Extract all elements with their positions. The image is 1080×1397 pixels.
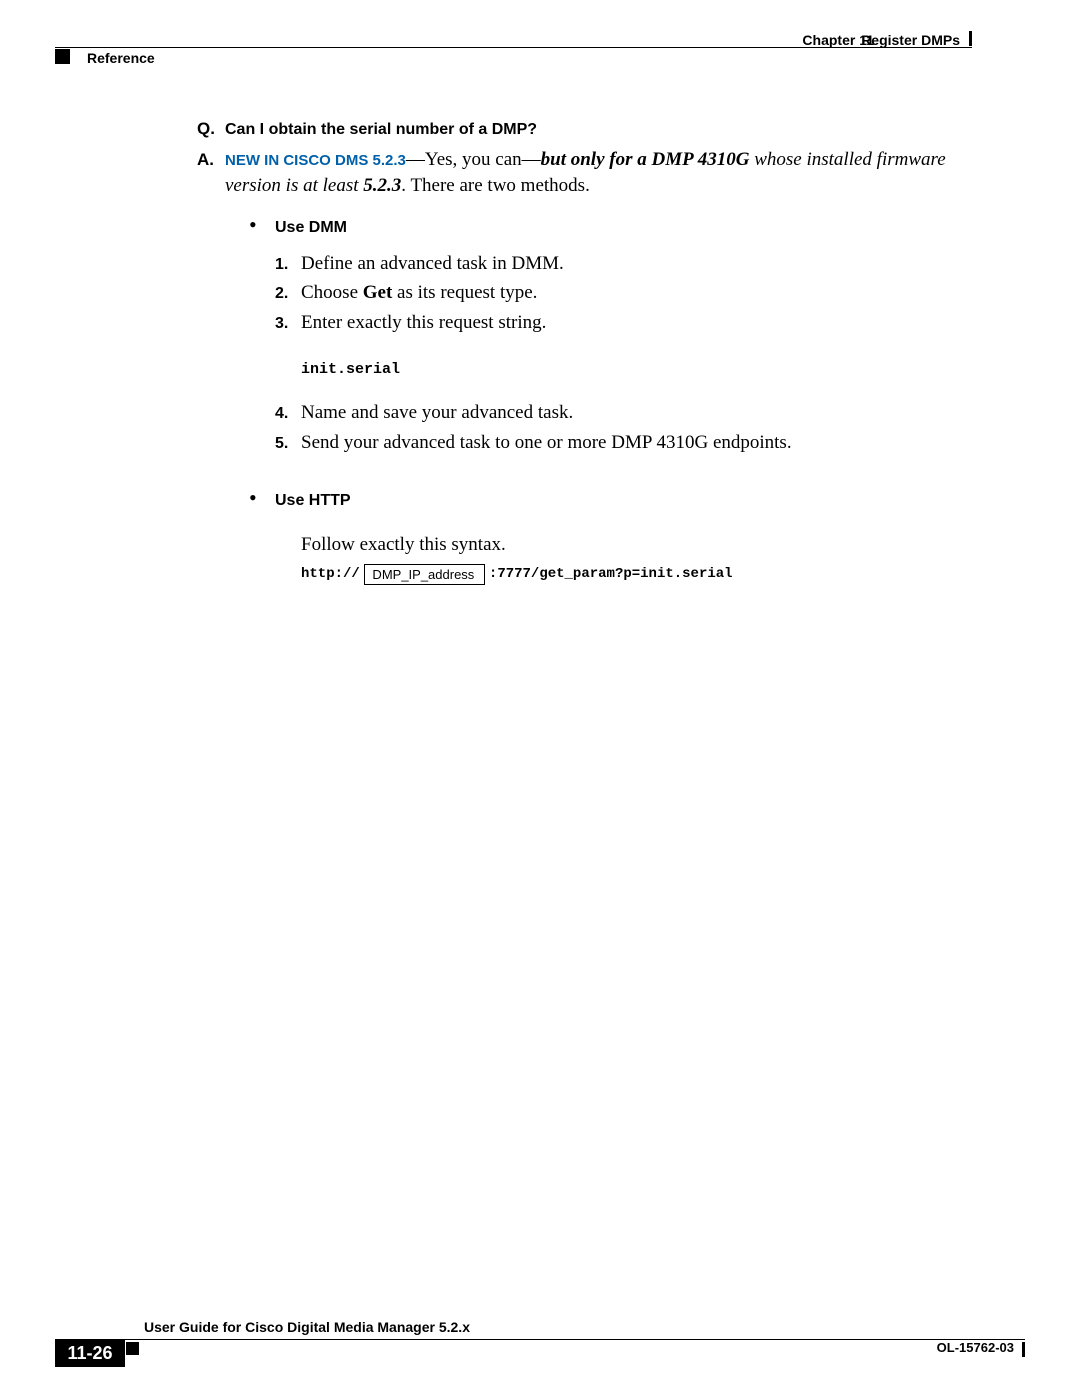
step-2-num: 2.	[275, 283, 301, 305]
step-1: 1. Define an advanced task in DMM.	[275, 251, 972, 277]
content: Q. Can I obtain the serial number of a D…	[197, 118, 972, 585]
question-row: Q. Can I obtain the serial number of a D…	[197, 118, 972, 141]
footer-square	[126, 1342, 139, 1355]
use-dmm-bullet: • Use DMM	[249, 214, 972, 239]
step-5-num: 5.	[275, 433, 301, 455]
http-prefix: http://	[301, 565, 360, 584]
step-1-text: Define an advanced task in DMM.	[301, 251, 972, 277]
footer-marker-right	[1022, 1342, 1025, 1357]
footer-doc-id: OL-15762-03	[937, 1339, 1014, 1357]
footer-rule	[108, 1339, 1025, 1340]
footer-page: 11-26	[55, 1339, 125, 1367]
q-text: Can I obtain the serial number of a DMP?	[225, 119, 537, 141]
header-title: Register DMPs	[861, 31, 960, 50]
a-ver: 5.2.3	[363, 175, 401, 196]
a-but-only: but only for a DMP 4310G	[541, 149, 750, 170]
bullet-icon: •	[249, 214, 275, 236]
step-3: 3. Enter exactly this request string.	[275, 310, 972, 336]
header-square-left	[55, 49, 70, 64]
use-http-heading: Use HTTP	[275, 490, 351, 512]
step-4-num: 4.	[275, 403, 301, 425]
step-4-text: Name and save your advanced task.	[301, 400, 972, 426]
code-init-serial: init.serial	[301, 360, 972, 380]
step-4: 4. Name and save your advanced task.	[275, 400, 972, 426]
header-marker-right	[969, 31, 972, 46]
http-suffix: :7777/get_param?p=init.serial	[489, 565, 733, 584]
use-dmm-heading: Use DMM	[275, 217, 347, 239]
step-5: 5. Send your advanced task to one or mor…	[275, 430, 972, 456]
a-text: NEW IN CISCO DMS 5.2.3—Yes, you can—but …	[225, 147, 972, 198]
step-2-bold: Get	[363, 282, 393, 303]
footer-guide: User Guide for Cisco Digital Media Manag…	[144, 1318, 470, 1337]
http-syntax: http:// DMP_IP_address :7777/get_param?p…	[301, 564, 972, 586]
answer-row: A. NEW IN CISCO DMS 5.2.3—Yes, you can—b…	[197, 147, 972, 198]
step-1-num: 1.	[275, 254, 301, 276]
q-label: Q.	[197, 118, 225, 141]
a-tail: . There are two methods.	[401, 175, 590, 196]
step-2-post: as its request type.	[392, 282, 537, 303]
new-in-badge: NEW IN CISCO DMS 5.2.3	[225, 152, 406, 169]
dash1: —	[406, 149, 425, 170]
use-dmm-section: • Use DMM 1. Define an advanced task in …	[249, 214, 972, 455]
step-2-text: Choose Get as its request type.	[301, 280, 972, 306]
use-dmm-steps: 1. Define an advanced task in DMM. 2. Ch…	[275, 251, 972, 336]
step-2-pre: Choose	[301, 282, 363, 303]
use-http-section: • Use HTTP Follow exactly this syntax. h…	[249, 487, 972, 585]
step-5-text: Send your advanced task to one or more D…	[301, 430, 972, 456]
step-2: 2. Choose Get as its request type.	[275, 280, 972, 306]
step-3-text: Enter exactly this request string.	[301, 310, 972, 336]
step-3-num: 3.	[275, 313, 301, 335]
ip-address-box: DMP_IP_address	[364, 564, 485, 586]
a-yes: Yes, you can	[425, 149, 522, 170]
use-dmm-steps-cont: 4. Name and save your advanced task. 5. …	[275, 400, 972, 455]
bullet-icon-2: •	[249, 487, 275, 509]
use-http-bullet: • Use HTTP	[249, 487, 972, 512]
dash2: —	[522, 149, 541, 170]
header-section: Reference	[87, 49, 155, 68]
a-label: A.	[197, 149, 225, 172]
follow-syntax: Follow exactly this syntax.	[301, 532, 972, 558]
page: Chapter 11 Register DMPs Reference Q. Ca…	[0, 0, 1080, 1397]
